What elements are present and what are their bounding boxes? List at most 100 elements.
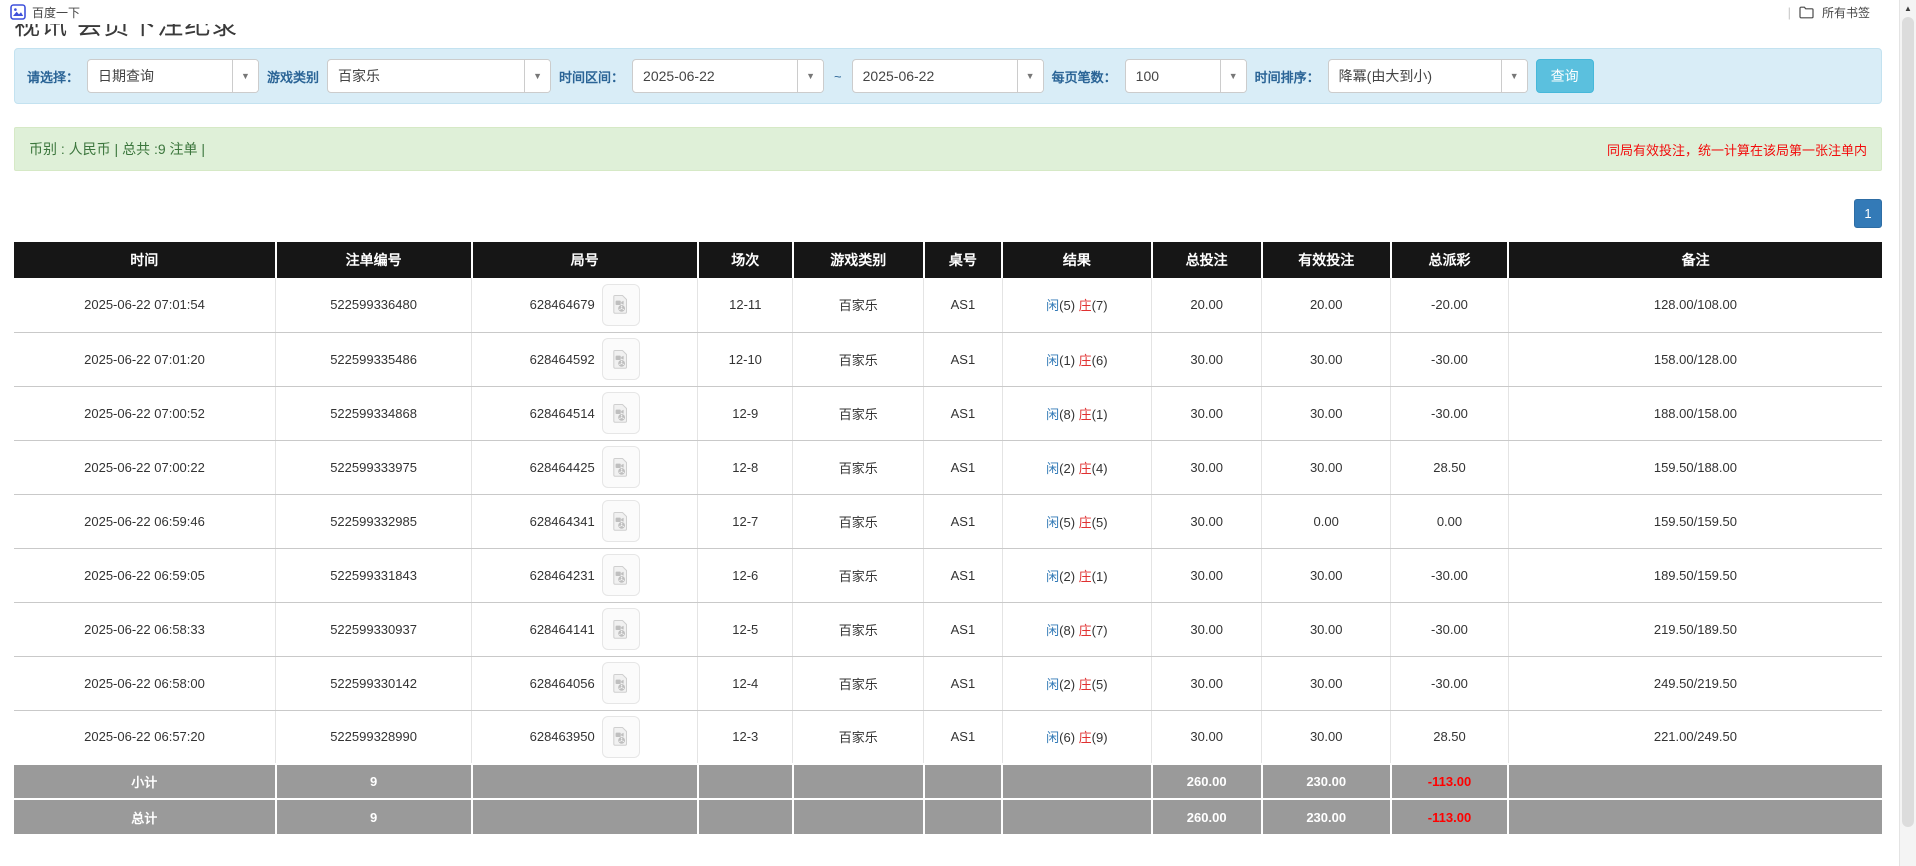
- page-size-select[interactable]: 100 ▼: [1125, 59, 1247, 93]
- video-replay-button[interactable]: [602, 392, 640, 434]
- cell-remark: 128.00/108.00: [1508, 278, 1882, 332]
- cell-game-type: 百家乐: [793, 548, 924, 602]
- video-replay-button[interactable]: [602, 716, 640, 758]
- column-header: 桌号: [924, 242, 1002, 278]
- cell-valid-bet: 30.00: [1262, 602, 1391, 656]
- date-to-select[interactable]: 2025-06-22 ▼: [852, 59, 1044, 93]
- result-banker-score: (1): [1092, 407, 1108, 422]
- video-replay-button[interactable]: [602, 446, 640, 488]
- cell-game-type: 百家乐: [793, 494, 924, 548]
- cell-game-type: 百家乐: [793, 332, 924, 386]
- column-header: 场次: [698, 242, 793, 278]
- cell-valid-bet: 30.00: [1262, 386, 1391, 440]
- cell-remark: 159.50/159.50: [1508, 494, 1882, 548]
- cell-session: 12-11: [698, 278, 793, 332]
- cell-bet-number: 522599328990: [276, 710, 472, 764]
- cell-total-bet-link[interactable]: 30.00: [1152, 548, 1262, 602]
- page-size-label: 每页笔数：: [1052, 67, 1117, 86]
- totals-row: 总计 9 260.00 230.00 -113.00: [14, 799, 1882, 834]
- all-bookmarks-button[interactable]: 所有书签: [1822, 4, 1870, 21]
- cell-table-number: AS1: [924, 332, 1002, 386]
- totals-count: 9: [276, 799, 472, 834]
- result-player-label: 闲: [1046, 677, 1059, 692]
- result-player-label: 闲: [1046, 298, 1059, 313]
- totals-row: 小计 9 260.00 230.00 -113.00: [14, 764, 1882, 799]
- date-from-select[interactable]: 2025-06-22 ▼: [632, 59, 824, 93]
- cell-round-number: 628464425: [472, 440, 698, 494]
- cell-total-bet-link[interactable]: 30.00: [1152, 440, 1262, 494]
- totals-total-bet: 260.00: [1152, 764, 1262, 799]
- cell-table-number: AS1: [924, 386, 1002, 440]
- column-header: 有效投注: [1262, 242, 1391, 278]
- round-number: 628464141: [530, 622, 595, 637]
- result-player-score: (6): [1059, 730, 1079, 745]
- cell-bet-number: 522599330142: [276, 656, 472, 710]
- chevron-down-icon[interactable]: ▼: [1220, 60, 1246, 92]
- cell-remark: 158.00/128.00: [1508, 332, 1882, 386]
- cell-round-number: 628464514: [472, 386, 698, 440]
- cell-session: 12-7: [698, 494, 793, 548]
- cell-result: 闲(8) 庄(1): [1002, 386, 1151, 440]
- totals-valid-bet: 230.00: [1262, 799, 1391, 834]
- result-player-score: (2): [1059, 677, 1079, 692]
- chevron-down-icon[interactable]: ▼: [1501, 60, 1527, 92]
- result-banker-label: 庄: [1079, 353, 1092, 368]
- cell-total-bet-link[interactable]: 30.00: [1152, 332, 1262, 386]
- result-banker-score: (7): [1092, 298, 1108, 313]
- query-type-select[interactable]: 日期查询 ▼: [87, 59, 259, 93]
- cell-total-bet-link[interactable]: 30.00: [1152, 494, 1262, 548]
- cell-bet-number: 522599333975: [276, 440, 472, 494]
- cell-round-number: 628464592: [472, 332, 698, 386]
- result-player-label: 闲: [1046, 730, 1059, 745]
- round-number: 628464056: [530, 676, 595, 691]
- cell-result: 闲(1) 庄(6): [1002, 332, 1151, 386]
- result-banker-label: 庄: [1079, 461, 1092, 476]
- cell-table-number: AS1: [924, 494, 1002, 548]
- cell-total-bet-link[interactable]: 30.00: [1152, 602, 1262, 656]
- cell-payout: 28.50: [1391, 440, 1509, 494]
- bookmark-item[interactable]: 百度一下: [10, 4, 80, 21]
- result-banker-score: (4): [1092, 461, 1108, 476]
- chevron-down-icon[interactable]: ▼: [1017, 60, 1043, 92]
- game-type-select[interactable]: 百家乐 ▼: [327, 59, 551, 93]
- chevron-down-icon[interactable]: ▼: [232, 60, 258, 92]
- cell-payout: -30.00: [1391, 386, 1509, 440]
- video-replay-button[interactable]: [602, 662, 640, 704]
- page-button[interactable]: 1: [1854, 199, 1882, 228]
- video-replay-button[interactable]: [602, 554, 640, 596]
- cell-total-bet-link[interactable]: 30.00: [1152, 710, 1262, 764]
- result-player-score: (5): [1059, 515, 1079, 530]
- column-header: 局号: [472, 242, 698, 278]
- cell-valid-bet: 30.00: [1262, 656, 1391, 710]
- video-replay-button[interactable]: [602, 338, 640, 380]
- scrollbar-thumb[interactable]: [1902, 17, 1914, 827]
- chevron-down-icon[interactable]: ▼: [797, 60, 823, 92]
- time-sort-select[interactable]: 降冪(由大到小) ▼: [1328, 59, 1528, 93]
- cell-remark: 221.00/249.50: [1508, 710, 1882, 764]
- vertical-scrollbar[interactable]: ▲: [1899, 0, 1916, 866]
- video-replay-button[interactable]: [602, 284, 640, 326]
- cell-bet-number: 522599335486: [276, 332, 472, 386]
- cell-session: 12-8: [698, 440, 793, 494]
- round-number: 628464592: [530, 352, 595, 367]
- cell-total-bet-link[interactable]: 30.00: [1152, 386, 1262, 440]
- cell-result: 闲(2) 庄(5): [1002, 656, 1151, 710]
- page-title: 视讯 会员下注纪录: [14, 24, 1882, 41]
- pagination: 1: [14, 198, 1882, 228]
- cell-total-bet-link[interactable]: 20.00: [1152, 278, 1262, 332]
- scrollbar-up-arrow-icon[interactable]: ▲: [1900, 0, 1916, 16]
- cell-time: 2025-06-22 07:01:20: [14, 332, 276, 386]
- cell-session: 12-6: [698, 548, 793, 602]
- table-totals: 小计 9 260.00 230.00 -113.00 总计 9 260.00 2…: [14, 764, 1882, 834]
- result-banker-score: (6): [1092, 353, 1108, 368]
- search-button[interactable]: 查询: [1536, 59, 1594, 93]
- chevron-down-icon[interactable]: ▼: [524, 60, 550, 92]
- totals-payout: -113.00: [1391, 764, 1509, 799]
- cell-valid-bet: 30.00: [1262, 440, 1391, 494]
- cell-session: 12-3: [698, 710, 793, 764]
- cell-total-bet-link[interactable]: 30.00: [1152, 656, 1262, 710]
- video-replay-button[interactable]: [602, 608, 640, 650]
- video-replay-button[interactable]: [602, 500, 640, 542]
- cell-bet-number: 522599332985: [276, 494, 472, 548]
- note-text: 同局有效投注，统一计算在该局第一张注单内: [1607, 140, 1867, 159]
